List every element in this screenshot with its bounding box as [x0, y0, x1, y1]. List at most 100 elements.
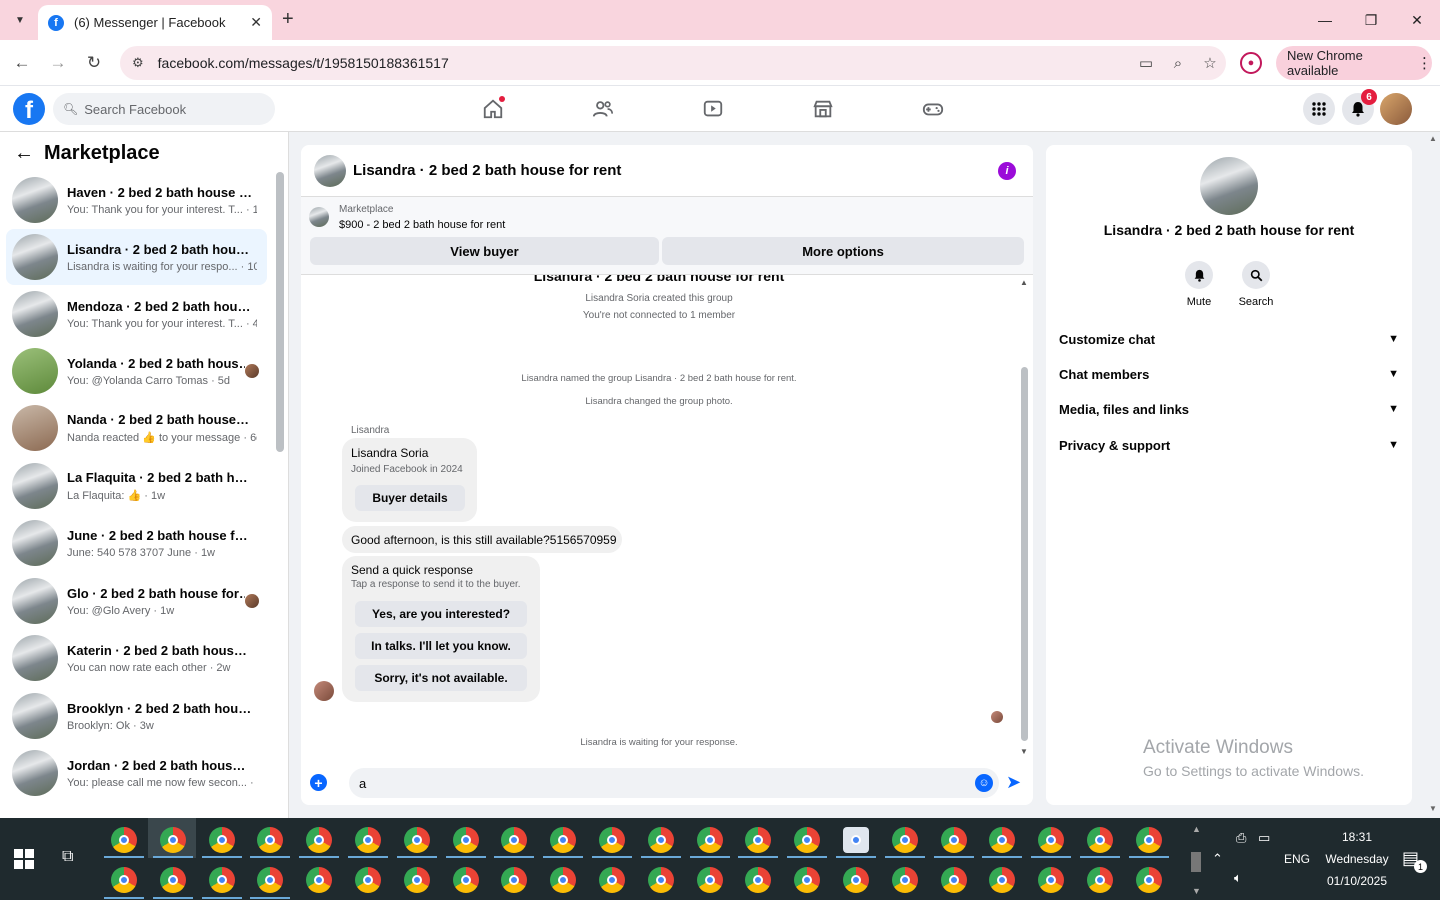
- view-buyer-button[interactable]: View buyer: [310, 237, 659, 265]
- chrome-profile-icon[interactable]: ●: [1240, 52, 1262, 74]
- quick-response-sorry-button[interactable]: Sorry, it's not available.: [355, 665, 527, 691]
- chrome-taskbar-icon[interactable]: [989, 827, 1016, 853]
- chrome-taskbar-icon[interactable]: [208, 867, 235, 893]
- chrome-taskbar-icon[interactable]: [208, 827, 235, 853]
- conversation-item-active[interactable]: Lisandra · 2 bed 2 bath house f... Lisand…: [6, 229, 267, 285]
- chrome-taskbar-icon[interactable]: [1135, 827, 1162, 853]
- gaming-icon[interactable]: [921, 97, 945, 121]
- chat-avatar[interactable]: [314, 154, 346, 187]
- account-avatar[interactable]: [1380, 93, 1412, 125]
- buyer-details-button[interactable]: Buyer details: [355, 485, 465, 511]
- info-icon[interactable]: i: [998, 161, 1016, 180]
- conversation-item[interactable]: Jordan · 2 bed 2 bath house for ... You: …: [6, 745, 267, 801]
- chrome-taskbar-icon[interactable]: [940, 867, 967, 893]
- chrome-taskbar-icon[interactable]: [355, 827, 381, 853]
- chrome-taskbar-icon[interactable]: [403, 827, 430, 853]
- conversation-item[interactable]: Brooklyn · 2 bed 2 bath house f... Brookl…: [6, 688, 267, 744]
- site-info-icon[interactable]: ⚙: [132, 55, 144, 71]
- bell-icon[interactable]: [1185, 261, 1213, 289]
- show-hidden-icons-chevron-icon[interactable]: ⌃: [1212, 851, 1223, 867]
- clock-date[interactable]: 01/10/2025: [1312, 874, 1402, 888]
- taskbar-scroll[interactable]: ▲ ▼: [1189, 822, 1205, 896]
- more-options-button[interactable]: More options: [662, 237, 1024, 265]
- page-scrollbar[interactable]: ▲ ▼: [1426, 132, 1440, 818]
- forward-button[interactable]: →: [46, 51, 70, 75]
- bookmark-star-icon[interactable]: ☆: [1194, 54, 1226, 72]
- clock-day[interactable]: Wednesday: [1312, 852, 1402, 866]
- chat-scroll-thumb[interactable]: [1021, 367, 1028, 741]
- quick-response-talks-button[interactable]: In talks. I'll let you know.: [355, 633, 527, 659]
- chrome-taskbar-icon[interactable]: [306, 827, 333, 853]
- close-tab-icon[interactable]: ✕: [250, 14, 262, 31]
- close-window-button[interactable]: ✕: [1394, 0, 1440, 40]
- video-icon[interactable]: [701, 97, 725, 121]
- conversation-item[interactable]: Mendoza · 2 bed 2 bath house f... You: Th…: [6, 286, 267, 342]
- tab-search-dropdown[interactable]: ▼: [8, 8, 32, 32]
- facebook-search-input[interactable]: 🔍︎ Search Facebook: [53, 93, 275, 125]
- customize-chat-section[interactable]: Customize chat ▼: [1059, 329, 1399, 349]
- facebook-logo-icon[interactable]: f: [13, 93, 45, 125]
- search-icon[interactable]: [1242, 261, 1270, 289]
- minimize-button[interactable]: —: [1302, 0, 1348, 40]
- chrome-taskbar-icon[interactable]: [355, 867, 381, 893]
- conversation-item[interactable]: Yolanda · 2 bed 2 bath house ... You: @Yo…: [6, 343, 267, 399]
- back-button[interactable]: ←: [10, 51, 34, 75]
- sender-avatar[interactable]: [314, 681, 334, 701]
- chat-members-section[interactable]: Chat members ▼: [1059, 364, 1399, 384]
- friends-icon[interactable]: [591, 97, 615, 121]
- chrome-taskbar-icon[interactable]: [891, 867, 918, 893]
- conversation-item[interactable]: Katerin · 2 bed 2 bath house for... You c…: [6, 630, 267, 686]
- input-language[interactable]: ENG: [1284, 852, 1310, 866]
- chrome-taskbar-icon[interactable]: [745, 867, 772, 893]
- chrome-taskbar-icon[interactable]: [1087, 827, 1113, 853]
- emoji-icon[interactable]: ☺: [975, 774, 993, 792]
- conversation-item[interactable]: June · 2 bed 2 bath house for re... June:…: [6, 515, 267, 571]
- chrome-taskbar-icon[interactable]: [843, 867, 869, 893]
- chrome-taskbar-icon[interactable]: [599, 827, 625, 853]
- chrome-taskbar-icon[interactable]: [891, 827, 918, 853]
- plus-icon[interactable]: +: [310, 774, 327, 791]
- conversation-item[interactable]: La Flaquita · 2 bed 2 bath house... La Fl…: [6, 458, 267, 514]
- chrome-taskbar-icon[interactable]: [501, 867, 528, 893]
- message-input[interactable]: [349, 768, 999, 798]
- chrome-taskbar-icon[interactable]: [794, 827, 821, 853]
- chrome-taskbar-icon[interactable]: [647, 827, 674, 853]
- quick-response-yes-button[interactable]: Yes, are you interested?: [355, 601, 527, 627]
- chrome-taskbar-icon[interactable]: [843, 827, 869, 853]
- chrome-taskbar-icon[interactable]: [794, 867, 821, 893]
- chrome-taskbar-icon[interactable]: [452, 827, 479, 853]
- windows-start-icon[interactable]: [14, 849, 34, 869]
- new-chrome-available-button[interactable]: New Chrome available ⋮: [1276, 46, 1432, 80]
- mute-action[interactable]: Mute: [1169, 261, 1229, 308]
- install-app-icon[interactable]: ▭: [1130, 54, 1162, 72]
- chrome-taskbar-icon[interactable]: [452, 867, 479, 893]
- new-tab-button[interactable]: +: [282, 8, 294, 31]
- sidebar-scrollbar[interactable]: [276, 172, 284, 452]
- browser-tab[interactable]: f (6) Messenger | Facebook ✕: [38, 5, 272, 40]
- maximize-button[interactable]: ❐: [1348, 0, 1394, 40]
- chrome-taskbar-icon[interactable]: [696, 867, 723, 893]
- chrome-taskbar-icon[interactable]: [159, 867, 186, 893]
- zoom-icon[interactable]: ⌕: [1162, 55, 1194, 72]
- chrome-taskbar-icon[interactable]: [550, 867, 577, 893]
- message-bubble[interactable]: Good afternoon, is this still available?…: [342, 526, 622, 553]
- conversation-item[interactable]: Haven · 2 bed 2 bath house for ... You: T…: [6, 172, 267, 228]
- chrome-taskbar-icon[interactable]: [1087, 867, 1113, 893]
- reload-button[interactable]: ↻: [82, 51, 106, 75]
- chrome-taskbar-icon[interactable]: [745, 827, 772, 853]
- search-action[interactable]: Search: [1226, 261, 1286, 308]
- task-view-icon[interactable]: ⧉: [62, 848, 73, 866]
- volume-icon[interactable]: 🔈︎: [1234, 870, 1242, 886]
- chrome-taskbar-icon[interactable]: [550, 827, 577, 853]
- chrome-taskbar-icon[interactable]: [257, 867, 284, 893]
- chrome-taskbar-icon[interactable]: [403, 867, 430, 893]
- chrome-taskbar-icon[interactable]: [1038, 827, 1065, 853]
- chrome-taskbar-icon[interactable]: [306, 867, 333, 893]
- marketplace-icon[interactable]: [811, 97, 835, 121]
- chrome-taskbar-icon[interactable]: [647, 867, 674, 893]
- send-icon[interactable]: ➤: [1006, 772, 1021, 793]
- omnibox[interactable]: ⚙ facebook.com/messages/t/19581501883615…: [120, 46, 1226, 80]
- chrome-taskbar-icon[interactable]: [159, 827, 186, 853]
- chrome-taskbar-icon[interactable]: [989, 867, 1016, 893]
- conversation-item[interactable]: Glo · 2 bed 2 bath house for r... You: @G…: [6, 573, 267, 629]
